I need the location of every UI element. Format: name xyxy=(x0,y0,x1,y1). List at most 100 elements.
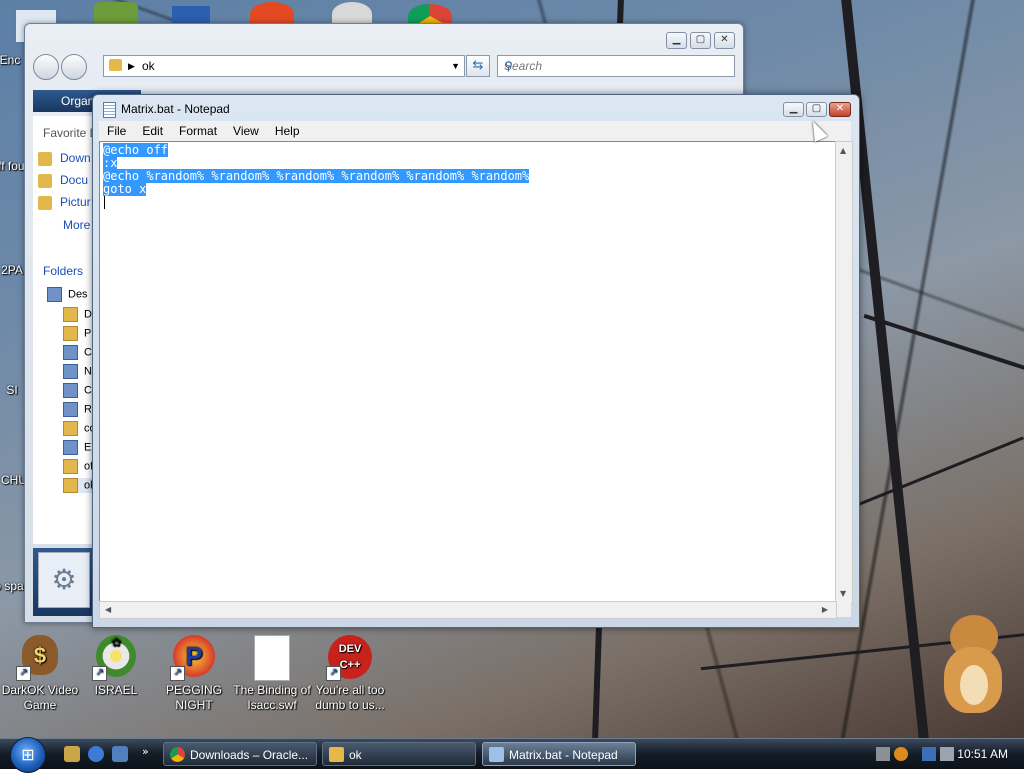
money-bag-icon: $ ↗ xyxy=(16,635,62,681)
taskbar-button-notepad[interactable]: Matrix.bat - Notepad xyxy=(482,742,636,766)
favorite-item[interactable]: Down xyxy=(38,151,91,166)
close-button[interactable]: ✕ xyxy=(829,102,851,117)
tray-app-icon[interactable] xyxy=(876,747,890,761)
menu-help[interactable]: Help xyxy=(267,121,308,141)
more-link[interactable]: More xyxy=(63,218,90,232)
menu-file[interactable]: File xyxy=(99,121,134,141)
nav-buttons xyxy=(33,54,87,80)
menu-edit[interactable]: Edit xyxy=(134,121,171,141)
explorer-caption-buttons: ▁ ▢ ✕ xyxy=(666,32,735,49)
horizontal-scrollbar[interactable]: ◀ ▶ xyxy=(99,601,837,619)
chevron-right-icon[interactable]: ▶ xyxy=(128,56,135,76)
network-icon xyxy=(63,364,78,379)
close-button[interactable]: ✕ xyxy=(714,32,735,49)
pegging-icon: P ↗ xyxy=(170,635,216,681)
favorite-links-header: Favorite L xyxy=(43,126,95,140)
tree-item[interactable]: of xyxy=(63,459,93,474)
desktop-icon-label: DarkOK Video Game xyxy=(1,683,79,712)
desktop-icon-israel[interactable]: ✿ ↗ ISRAEL xyxy=(76,635,156,698)
notepad-icon xyxy=(489,747,504,762)
resize-grip[interactable] xyxy=(837,601,851,617)
refresh-button[interactable]: ⇆ xyxy=(466,55,490,77)
menu-view[interactable]: View xyxy=(225,121,267,141)
recycle-bin-icon xyxy=(63,402,78,417)
back-button[interactable] xyxy=(33,54,59,80)
text-caret xyxy=(104,196,105,209)
text-line: @echo off xyxy=(103,143,169,157)
control-panel-icon xyxy=(63,383,78,398)
gear-icon: ⚙ xyxy=(38,552,90,608)
taskbar-button-explorer[interactable]: ok xyxy=(322,742,476,766)
address-path: ok xyxy=(142,59,155,73)
text-line: @echo %random% %random% %random% %random… xyxy=(103,169,530,183)
text-editor[interactable]: @echo off :x @echo %random% %random% %ra… xyxy=(99,141,837,603)
devcpp-icon: DEV C++ ↗ xyxy=(326,635,372,681)
favorite-item[interactable]: Pictur xyxy=(38,195,91,210)
taskbar-button-chrome[interactable]: Downloads – Oracle... xyxy=(163,742,317,766)
address-bar[interactable]: ▶ ok ▼ xyxy=(103,55,465,77)
notepad-icon xyxy=(103,102,116,118)
search-input[interactable]: Search ⚲ xyxy=(497,55,735,77)
search-icon[interactable] xyxy=(894,747,908,761)
tree-item[interactable]: En xyxy=(63,440,95,455)
desktop-icon-pegging-night[interactable]: P ↗ PEGGING NIGHT xyxy=(154,635,234,713)
notepad-caption-buttons: ▁ ▢ ✕ xyxy=(783,102,851,117)
folder-icon xyxy=(38,151,52,166)
window-title: Matrix.bat - Notepad xyxy=(121,102,230,116)
folder-icon xyxy=(63,307,78,322)
show-desktop-icon[interactable] xyxy=(112,746,128,762)
text-line: goto x xyxy=(103,182,147,196)
tree-item[interactable]: C xyxy=(63,345,92,360)
desktop-icon-darkok[interactable]: $ ↗ DarkOK Video Game xyxy=(0,635,80,713)
scroll-down-icon[interactable]: ▼ xyxy=(840,589,846,598)
notepad-window[interactable]: Matrix.bat - Notepad ▁ ▢ ✕ File Edit For… xyxy=(92,94,860,628)
folder-icon xyxy=(38,173,52,188)
folder-icon xyxy=(38,195,52,210)
desktop-icon-label: PEGGING NIGHT xyxy=(165,683,222,712)
maximize-button[interactable]: ▢ xyxy=(690,32,711,49)
menu-bar: File Edit Format View Help xyxy=(99,121,851,141)
menu-format[interactable]: Format xyxy=(171,121,225,141)
tree-item[interactable]: D xyxy=(63,307,92,322)
chevron-down-icon[interactable]: ▼ xyxy=(451,56,460,76)
clock[interactable]: 10:51 AM xyxy=(957,747,1008,761)
hamster-gadget[interactable] xyxy=(940,615,1004,715)
desktop-icon-label: ISRAEL xyxy=(94,683,138,697)
desktop-icon-binding-of-isaac[interactable]: The Binding of Isacc.swf xyxy=(232,635,312,713)
search-icon[interactable]: ⚲ xyxy=(504,56,728,76)
scroll-up-icon[interactable]: ▲ xyxy=(840,146,846,155)
scroll-right-icon[interactable]: ▶ xyxy=(822,605,828,614)
tree-item[interactable]: N xyxy=(63,364,92,379)
tree-item[interactable]: co xyxy=(63,421,95,436)
tree-item[interactable]: Des xyxy=(47,287,88,302)
volume-muted-icon[interactable] xyxy=(940,747,954,761)
organize-label: Organ xyxy=(61,94,95,108)
folder-icon xyxy=(63,459,78,474)
folder-icon xyxy=(63,326,78,341)
tree-item[interactable]: Pu xyxy=(63,326,95,341)
folder-icon xyxy=(63,421,78,436)
tree-item[interactable]: C xyxy=(63,383,92,398)
quicklaunch-icon[interactable] xyxy=(88,746,104,762)
favorite-item[interactable]: Docu xyxy=(38,173,88,188)
wallpaper-beam xyxy=(855,436,1024,507)
system-tray: 10:51 AM xyxy=(872,742,1020,766)
quicklaunch-icon[interactable] xyxy=(64,746,80,762)
text-line: :x xyxy=(103,156,118,170)
tree-item[interactable]: Re xyxy=(63,402,95,417)
minimize-button[interactable]: ▁ xyxy=(783,102,804,117)
minimize-button[interactable]: ▁ xyxy=(666,32,687,49)
folders-header[interactable]: Folders xyxy=(43,264,83,278)
desktop-icon-devcpp[interactable]: DEV C++ ↗ You're all too dumb to us... xyxy=(310,635,390,713)
flower-icon: ✿ ↗ xyxy=(92,635,138,681)
forward-button[interactable] xyxy=(61,54,87,80)
scroll-left-icon[interactable]: ◀ xyxy=(105,605,111,614)
network-icon[interactable] xyxy=(922,747,936,761)
chevron-right-icon[interactable]: » xyxy=(142,745,149,758)
maximize-button[interactable]: ▢ xyxy=(806,102,827,117)
vertical-scrollbar[interactable]: ▲ ▼ xyxy=(835,141,853,603)
tree-item-selected[interactable]: ok xyxy=(63,478,95,493)
folder-icon xyxy=(63,478,78,493)
windows-logo-icon: ⊞ xyxy=(21,745,35,764)
computer-icon xyxy=(63,345,78,360)
